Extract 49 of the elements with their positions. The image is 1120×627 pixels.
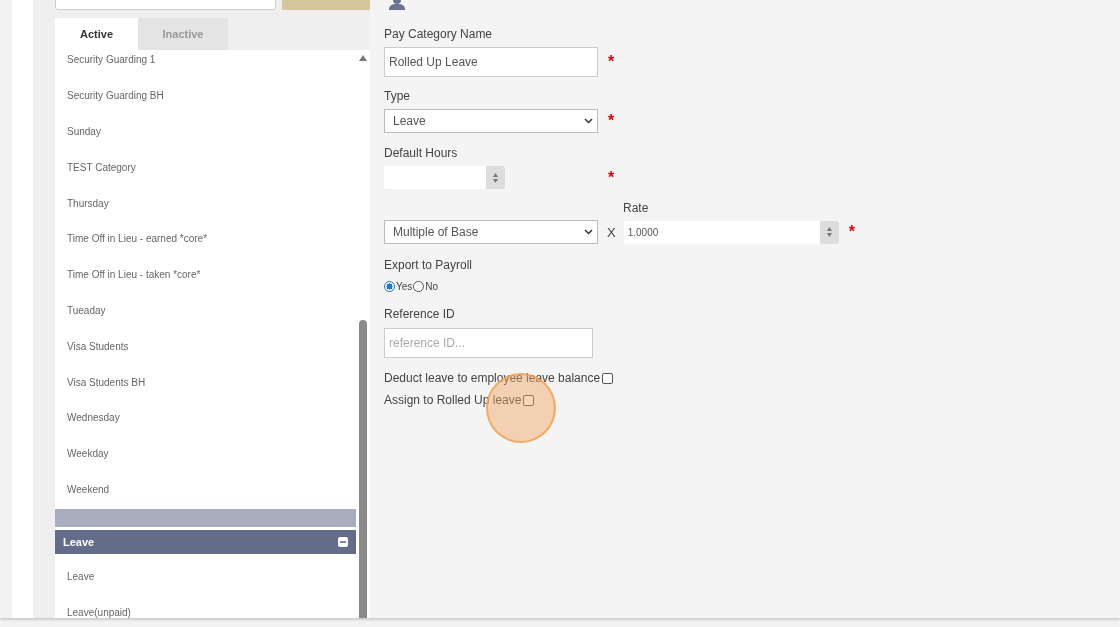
field-label: Reference ID [384,307,456,321]
radio-button[interactable] [413,281,425,292]
checkbox[interactable] [523,394,535,406]
tab[interactable]: Active [55,18,138,50]
list-item[interactable]: Sunday [55,113,356,150]
group-label: Leave [63,536,95,549]
radio-button[interactable] [384,281,395,292]
required-mark: * [608,112,615,130]
list-item[interactable]: Leave [55,558,356,595]
type-select[interactable]: Leave [384,109,598,133]
scrollbar-thumb[interactable] [359,320,367,618]
required-mark: * [848,223,855,241]
list-item[interactable]: Visa Students [55,328,356,365]
required-mark: * [608,53,615,71]
list-item[interactable]: Security Guarding BH [55,77,356,114]
scroll-up-icon[interactable] [359,55,367,61]
name-field[interactable]: Rolled Up Leave [384,47,598,77]
list-item[interactable]: Thursday [55,185,356,221]
list-item[interactable]: TEST Category [55,149,356,186]
radio-label: Yes [396,281,413,292]
rate-field[interactable]: 1.0000 [623,220,839,244]
list-item[interactable]: Weekday [55,435,356,472]
field-label: Pay Category Name [384,27,494,41]
radio-label: No [425,281,439,292]
list-item[interactable]: Wednesday [55,399,356,436]
spinner-arrows-icon [825,226,833,238]
list-item[interactable]: Leave(unpaid) [55,594,356,618]
group-header[interactable]: Leave [55,530,356,555]
field-label: Default Hours [384,146,459,160]
list-item[interactable]: Security Guarding 1 [55,50,356,78]
minus-icon[interactable] [338,537,348,548]
person-icon [388,0,406,10]
checkbox[interactable] [602,372,614,384]
list-item[interactable]: Time Off in Lieu - taken *core* [55,256,356,293]
required-mark: * [608,168,615,187]
spinner-arrows-icon [492,171,499,184]
field-label: Rate [623,201,650,215]
caret-icon [584,118,593,124]
list-item[interactable]: Weekend [55,471,356,508]
multiply-sign: X [607,224,616,240]
group-header-bar[interactable] [55,509,356,528]
field-label: Export to Payroll [384,258,474,272]
field-label: Type [384,89,411,103]
list-item[interactable]: Tueaday [55,292,356,329]
hours-field[interactable] [384,166,505,189]
list-item[interactable]: Time Off in Lieu - earned *core* [55,221,356,257]
caret-icon [584,229,593,235]
list-item[interactable]: Visa Students BH [55,364,356,400]
basis-select[interactable]: Multiple of Base [384,220,598,244]
